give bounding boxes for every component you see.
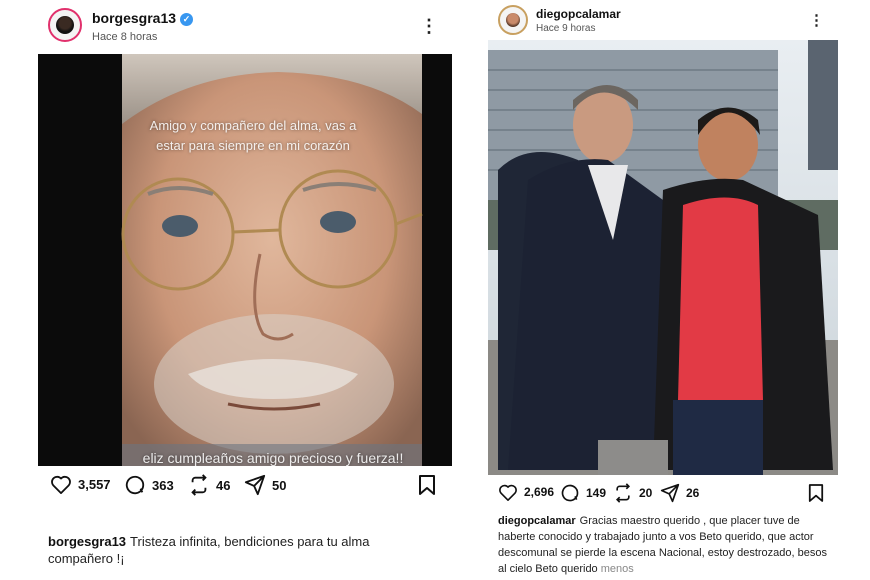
heart-icon [499,484,517,501]
verified-badge-icon: ✓ [180,12,194,26]
show-less-link[interactable]: menos [601,563,634,575]
repost-button[interactable]: 20 [613,483,652,503]
comment-icon [125,475,145,495]
username[interactable]: borgesgra13 ✓ [92,10,194,26]
comment-count: 363 [152,477,174,493]
send-icon [244,474,266,496]
more-options-icon[interactable]: ⋮ [809,12,824,30]
photo-illustration [488,40,838,475]
post-time: Hace 8 horas [92,31,158,43]
bookmark-icon [419,475,435,495]
bookmark-icon [808,484,824,502]
comment-button[interactable]: 363 [124,474,174,496]
post-time: Hace 9 horas [536,23,596,34]
action-bar: 2,696 149 20 26 [488,483,838,509]
like-count: 2,696 [524,485,555,499]
post-header: borgesgra13 ✓ Hace 8 horas ⋮ [38,0,452,52]
comment-count: 149 [586,486,607,500]
post-image[interactable] [488,40,838,475]
repost-count: 46 [216,477,231,493]
post-diegopcalamar: diegopcalamar Hace 9 horas ⋮ 2,696 149 2… [488,0,838,580]
like-button[interactable]: 2,696 [498,483,554,501]
post-caption: borgesgra13 Tristeza infinita, bendicione… [48,533,432,567]
repost-icon [615,483,631,503]
caption-username[interactable]: borgesgra13 [48,534,126,549]
overlay-caption-bottom: eliz cumpleaños amigo precioso y fuerza!… [142,450,404,466]
post-borgesgra13: borgesgra13 ✓ Hace 8 horas ⋮ Amigo y com… [38,0,452,580]
heart-icon [51,475,71,494]
post-caption: diegopcalamar Gracias maestro querido , q… [498,513,833,577]
repost-count: 20 [639,486,653,500]
save-button[interactable] [418,474,436,496]
comment-icon [561,484,579,502]
more-options-icon[interactable]: ⋮ [420,17,438,35]
comment-button[interactable]: 149 [560,483,606,503]
action-bar: 3,557 363 46 50 [38,474,452,500]
caption-username[interactable]: diegopcalamar [498,515,576,527]
send-icon [660,483,680,503]
repost-icon [191,474,207,496]
post-image[interactable]: Amigo y compañero del alma, vas a estar … [38,54,452,466]
share-button[interactable]: 50 [244,474,286,496]
avatar[interactable] [48,8,82,42]
save-button[interactable] [808,483,824,503]
share-count: 50 [272,477,287,493]
overlay-caption-top: Amigo y compañero del alma, vas a estar … [149,118,357,153]
like-count: 3,557 [78,476,111,492]
repost-button[interactable]: 46 [188,474,230,496]
like-button[interactable]: 3,557 [50,474,111,494]
share-button[interactable]: 26 [660,483,699,503]
share-count: 26 [686,486,700,500]
username[interactable]: diegopcalamar [536,7,621,21]
avatar[interactable] [498,5,528,35]
